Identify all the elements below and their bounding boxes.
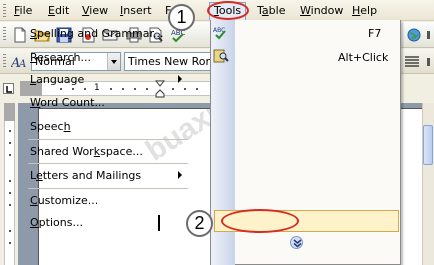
ruler-tick — [134, 88, 136, 90]
ruler-tick — [184, 88, 186, 90]
menu-item-spelling[interactable]: Spelling and Grammar... — [30, 27, 164, 40]
toolbar-grip[interactable] — [3, 54, 6, 69]
standard-toolbar-overflow — [400, 22, 434, 48]
menu-item-letters-mailings[interactable]: Letters and Mailings — [30, 169, 141, 182]
scrollbar-thumb[interactable] — [423, 125, 433, 165]
menu-separator — [28, 163, 188, 164]
toolbar-more-icon[interactable] — [426, 54, 434, 70]
shortcut-f7: F7 — [368, 27, 382, 40]
ruler-tick — [172, 88, 174, 90]
formatting-toolbar-overflow — [400, 49, 434, 74]
tools-highlight-ring — [207, 1, 249, 20]
expand-menu-button[interactable] — [290, 236, 303, 249]
svg-text:A: A — [18, 59, 26, 70]
vertical-ruler[interactable] — [4, 103, 15, 265]
left-tab-icon — [6, 86, 12, 93]
menu-file[interactable]: File — [14, 4, 32, 17]
font-dropdown[interactable]: Times New Roma — [124, 52, 223, 71]
menu-item-speech[interactable]: Speech — [30, 120, 71, 133]
tab-selector-button[interactable] — [3, 83, 14, 94]
styles-formatting-icon[interactable]: AA — [11, 54, 27, 70]
toolbar-more-icon[interactable] — [426, 27, 434, 43]
options-highlight-ring — [221, 209, 299, 233]
ruler-tick — [9, 154, 11, 156]
submenu-arrow-icon — [178, 171, 182, 179]
menu-insert[interactable]: Insert — [120, 4, 152, 17]
double-chevron-down-icon — [293, 239, 302, 248]
ruler-tick — [9, 130, 11, 132]
submenu-arrow-icon — [178, 75, 182, 83]
new-document-icon[interactable] — [12, 27, 28, 43]
ruler-tick — [110, 88, 112, 90]
globe-icon[interactable] — [406, 27, 422, 43]
menu-item-language[interactable]: Language — [30, 73, 84, 86]
ruler-tick — [9, 242, 11, 244]
indent-marker-icon[interactable] — [155, 80, 165, 98]
ruler-number: 1 — [94, 83, 100, 93]
menu-item-research[interactable]: Research... — [30, 51, 91, 64]
font-value: Times New Roma — [128, 55, 223, 68]
ruler-tick — [9, 192, 11, 194]
vertical-ruler-margin — [4, 103, 15, 121]
menubar-grip[interactable] — [3, 4, 6, 17]
ruler-tick — [9, 142, 11, 144]
menu-separator — [28, 188, 188, 189]
menu-table[interactable]: Table — [257, 4, 285, 17]
toolbar-grip[interactable] — [3, 27, 6, 42]
ruler-tick — [196, 88, 198, 90]
ruler-tick — [9, 204, 11, 206]
step-1-callout: 1 — [168, 4, 195, 31]
ruler-bar-right — [400, 75, 434, 102]
step-2-callout: 2 — [186, 210, 213, 237]
shortcut-alt-click: Alt+Click — [338, 51, 389, 64]
menu-item-customize[interactable]: Customize... — [30, 194, 98, 207]
research-icon — [213, 49, 229, 63]
text-cursor — [158, 215, 160, 231]
menu-item-options[interactable]: Options... — [30, 216, 83, 229]
ruler-tick — [122, 88, 124, 90]
menu-separator — [28, 139, 188, 140]
menu-window[interactable]: Window — [300, 4, 343, 17]
chevron-down-icon[interactable] — [107, 53, 120, 70]
document-page-edge — [400, 108, 424, 265]
menu-item-shared-workspace[interactable]: Shared Workspace... — [30, 145, 143, 158]
ruler-tick — [72, 88, 74, 90]
menu-help[interactable]: Help — [352, 4, 377, 17]
ruler-tick — [9, 230, 11, 232]
menu-edit[interactable]: Edit — [48, 4, 69, 17]
ruler-tick — [84, 88, 86, 90]
menu-item-word-count[interactable]: Word Count... — [30, 96, 105, 109]
spelling-icon: ABC — [213, 27, 226, 40]
align-justify-icon[interactable] — [404, 54, 420, 70]
ruler-tick — [146, 88, 148, 90]
menu-view[interactable]: View — [82, 4, 108, 17]
ruler-tick — [9, 180, 11, 182]
ruler-tick — [60, 88, 62, 90]
